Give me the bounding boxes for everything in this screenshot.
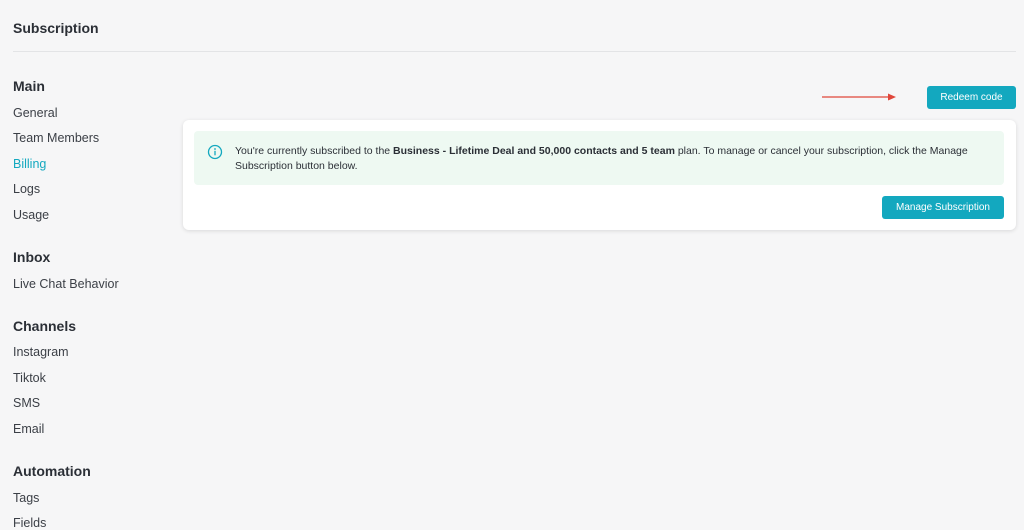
sidebar-item-sms[interactable]: SMS xyxy=(13,396,40,410)
sidebar-item-fields[interactable]: Fields xyxy=(13,516,46,530)
plan-name: Business - Lifetime Deal and 50,000 cont… xyxy=(393,145,675,157)
page-title: Subscription xyxy=(13,20,99,36)
sidebar-item-general[interactable]: General xyxy=(13,106,57,120)
sidebar-item-instagram[interactable]: Instagram xyxy=(13,345,69,359)
sidebar-item-tiktok[interactable]: Tiktok xyxy=(13,371,46,385)
sidebar-item-tags[interactable]: Tags xyxy=(13,491,39,505)
notice-prefix: You're currently subscribed to the xyxy=(235,145,394,157)
section-title-inbox: Inbox xyxy=(13,249,51,265)
redeem-code-button[interactable]: Redeem code xyxy=(927,86,1016,109)
section-title-channels: Channels xyxy=(13,318,77,334)
sidebar-item-email[interactable]: Email xyxy=(13,422,44,436)
subscription-notice: You're currently subscribed to the Busin… xyxy=(194,131,1004,185)
sidebar-item-logs[interactable]: Logs xyxy=(13,182,40,196)
subscription-card: You're currently subscribed to the Busin… xyxy=(183,120,1016,230)
sidebar-item-live-chat-behavior[interactable]: Live Chat Behavior xyxy=(13,277,119,291)
manage-subscription-button[interactable]: Manage Subscription xyxy=(882,196,1004,219)
sidebar-item-team-members[interactable]: Team Members xyxy=(13,131,99,145)
sidebar-item-billing[interactable]: Billing xyxy=(13,157,46,171)
section-title-main: Main xyxy=(13,78,45,94)
sidebar-item-usage[interactable]: Usage xyxy=(13,208,49,222)
info-icon xyxy=(207,144,223,160)
page-header: Subscription xyxy=(13,0,1016,52)
section-title-automation: Automation xyxy=(13,463,91,479)
subscription-notice-text: You're currently subscribed to the Busin… xyxy=(235,144,995,174)
arrow-right-icon xyxy=(822,93,896,101)
